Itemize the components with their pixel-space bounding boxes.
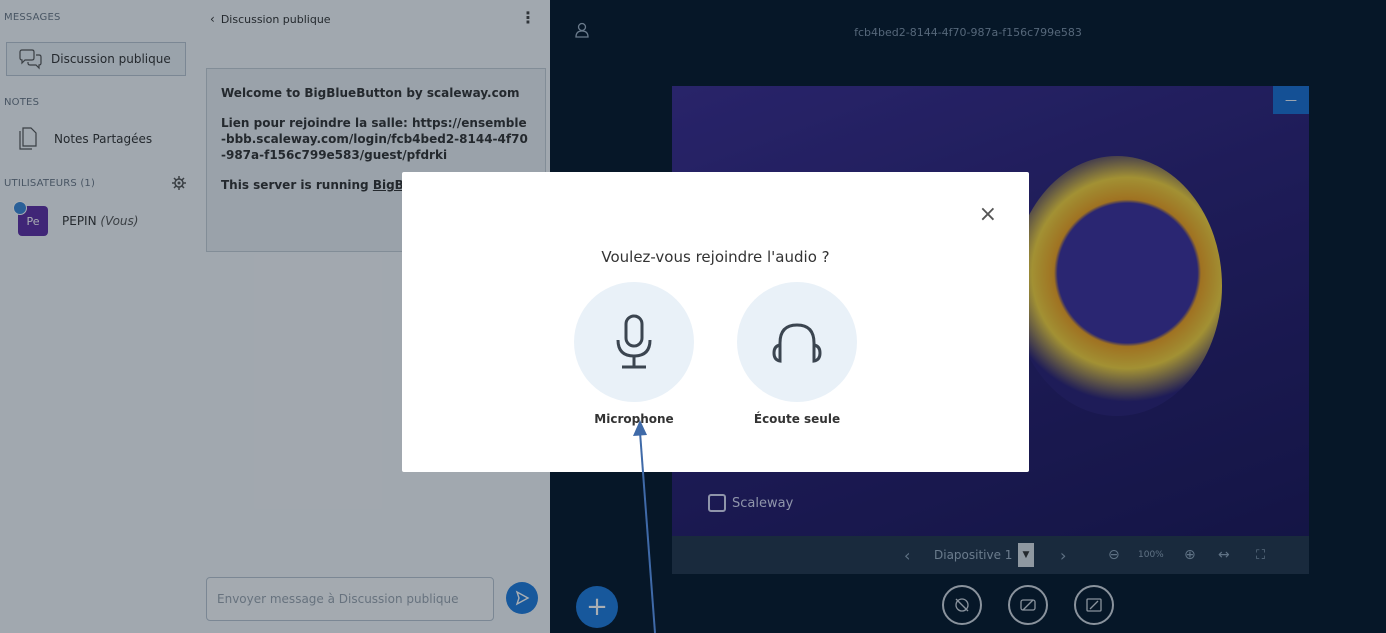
listen-only-option[interactable]: Écoute seule [737,282,857,426]
close-icon[interactable]: × [979,202,997,227]
listen-only-label: Écoute seule [753,412,841,426]
headphones-icon [772,323,822,363]
microphone-icon [616,314,652,369]
audio-modal: × Voulez-vous rejoindre l'audio ? Microp… [402,172,1029,472]
listen-only-button[interactable] [737,282,857,402]
audio-question: Voulez-vous rejoindre l'audio ? [601,248,830,266]
microphone-button[interactable] [574,282,694,402]
microphone-option[interactable]: Microphone [574,282,694,426]
microphone-label: Microphone [594,412,674,426]
